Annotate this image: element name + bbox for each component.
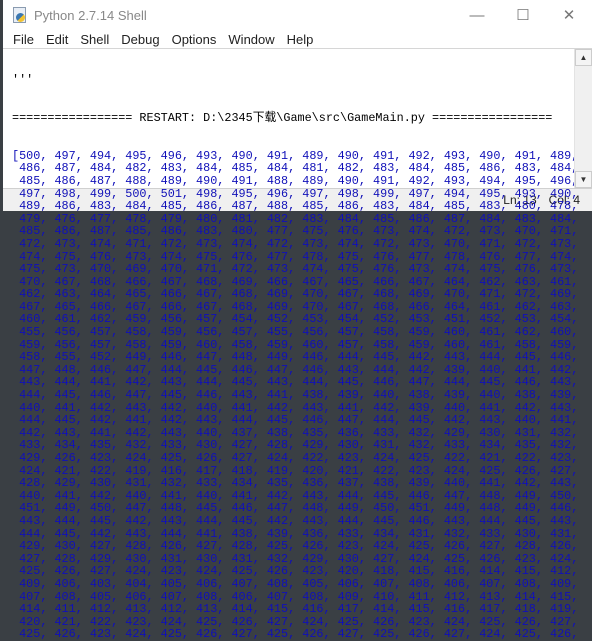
menu-window[interactable]: Window: [222, 32, 280, 47]
output-line: 443, 444, 445, 442, 443, 444, 445, 442, …: [12, 513, 579, 528]
output-line: 489, 486, 483, 484, 485, 486, 487, 488, …: [12, 199, 579, 214]
menu-options[interactable]: Options: [166, 32, 223, 47]
minimize-button[interactable]: —: [454, 0, 500, 30]
menu-help[interactable]: Help: [281, 32, 320, 47]
output-line: 475, 473, 470, 469, 470, 471, 472, 473, …: [12, 262, 579, 277]
output-line: 462, 463, 464, 465, 466, 467, 468, 469, …: [12, 287, 579, 302]
restart-line: ================= RESTART: D:\2345下载\Gam…: [12, 110, 553, 125]
python-app-icon: [11, 7, 27, 23]
output-line: 444, 445, 446, 447, 445, 446, 443, 441, …: [12, 388, 579, 403]
shell-text-area[interactable]: ''' ================= RESTART: D:\2345下载…: [3, 48, 592, 640]
idle-shell-window: Python 2.7.14 Shell — ☐ ✕ File Edit Shel…: [3, 0, 592, 640]
output-line: 455, 456, 457, 458, 459, 456, 457, 455, …: [12, 325, 579, 340]
output-line: 472, 473, 474, 471, 472, 473, 474, 472, …: [12, 236, 579, 251]
output-line: 429, 426, 423, 424, 425, 426, 427, 424, …: [12, 451, 579, 465]
output-line: 425, 426, 423, 424, 425, 426, 427, 425, …: [12, 627, 579, 641]
output-line: 485, 486, 487, 488, 489, 490, 491, 488, …: [12, 173, 579, 188]
prompt-line: ''': [12, 73, 34, 88]
menu-bar: File Edit Shell Debug Options Window Hel…: [3, 30, 592, 48]
output-line: 458, 455, 452, 449, 446, 447, 448, 449, …: [12, 350, 579, 365]
output-line: 444, 445, 442, 441, 442, 443, 444, 445, …: [12, 413, 579, 428]
scroll-down-button[interactable]: ▼: [575, 170, 592, 188]
scroll-up-button[interactable]: ▲: [575, 49, 592, 66]
menu-shell[interactable]: Shell: [74, 32, 115, 47]
vertical-scrollbar[interactable]: ▲ ▼: [574, 49, 592, 188]
output-line: 409, 406, 403, 404, 405, 406, 407, 408, …: [12, 576, 579, 591]
output-line: 428, 429, 430, 431, 432, 433, 434, 435, …: [12, 476, 579, 491]
window-title: Python 2.7.14 Shell: [34, 7, 147, 23]
title-bar: Python 2.7.14 Shell — ☐ ✕: [3, 0, 592, 30]
menu-file[interactable]: File: [7, 32, 40, 47]
output-line: 429, 430, 427, 428, 426, 427, 428, 425, …: [12, 539, 579, 554]
output-line: 420, 421, 422, 423, 424, 425, 426, 427, …: [12, 614, 579, 629]
output-line: 407, 408, 405, 406, 407, 408, 406, 407, …: [12, 589, 579, 604]
close-button[interactable]: ✕: [546, 0, 592, 30]
menu-edit[interactable]: Edit: [40, 32, 74, 47]
menu-debug[interactable]: Debug: [115, 32, 165, 47]
output-line: 414, 411, 412, 413, 412, 413, 414, 415, …: [12, 602, 579, 617]
maximize-button[interactable]: ☐: [500, 0, 546, 30]
